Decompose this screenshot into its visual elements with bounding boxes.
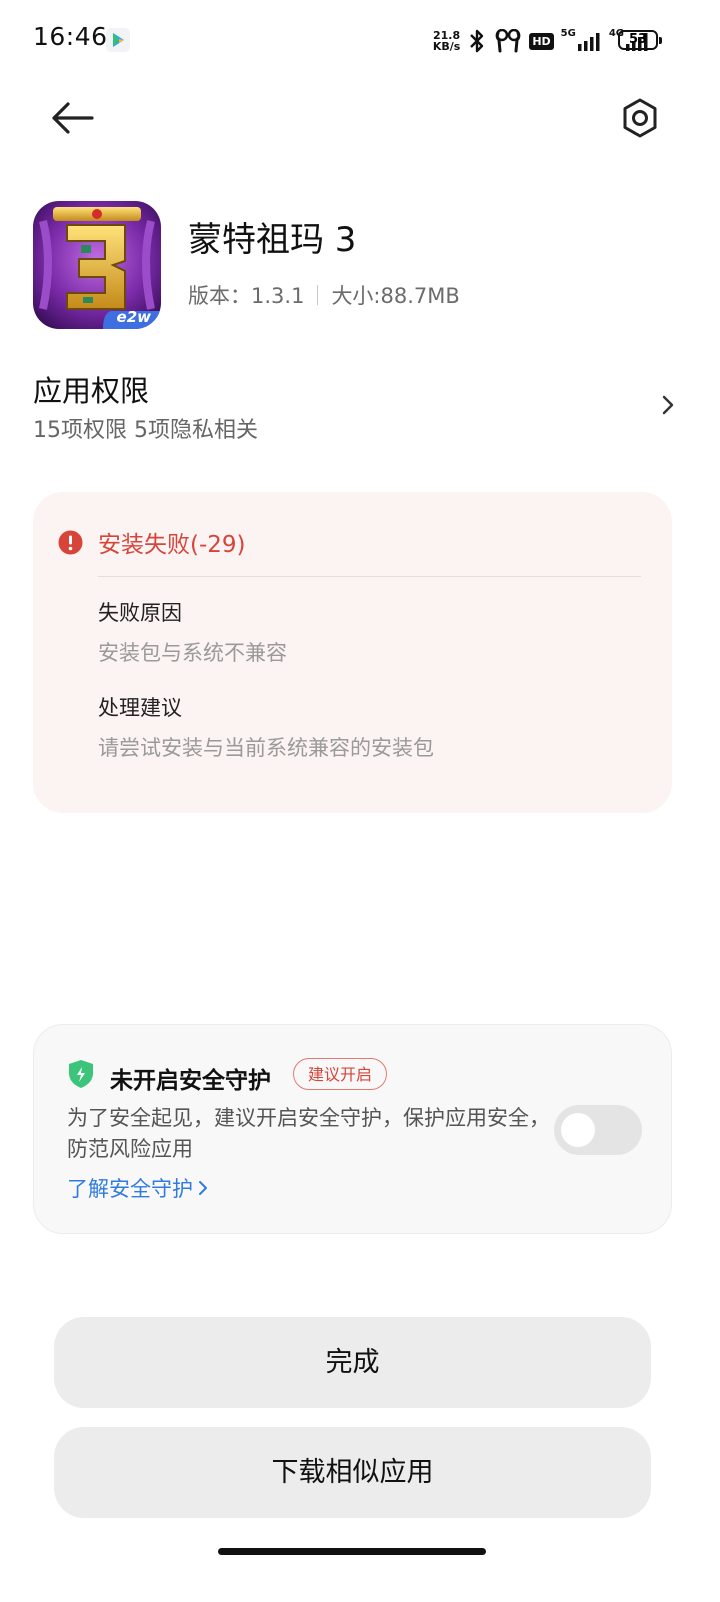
- divider: [98, 576, 641, 577]
- signal-5g: 5G: [561, 28, 602, 51]
- home-indicator[interactable]: [218, 1548, 486, 1555]
- net-speed: 21.8 KB/s: [432, 29, 461, 53]
- app-icon-badge: e2w: [116, 308, 151, 326]
- settings-icon[interactable]: [616, 94, 664, 142]
- install-error-card: 安装失败(-29) 失败原因 安装包与系统不兼容 处理建议 请尝试安装与当前系统…: [33, 492, 672, 813]
- security-title: 未开启安全守护: [110, 1068, 271, 1094]
- status-bar: 16:46 21.8 KB/s HD 5G 4G 53: [0, 0, 720, 80]
- chevron-right-icon: [662, 395, 674, 415]
- signal-bars-icon: [577, 33, 600, 51]
- toggle-knob: [561, 1113, 595, 1147]
- error-alert-icon: [58, 530, 83, 555]
- error-title: 安装失败(-29): [98, 532, 246, 558]
- advice-text: 请尝试安装与当前系统兼容的安装包: [98, 736, 434, 760]
- security-description: 为了安全起见，建议开启安全守护，保护应用安全，防范风险应用: [67, 1106, 550, 1161]
- failure-reason-text: 安装包与系统不兼容: [98, 641, 287, 665]
- app-version: 版本：1.3.1: [188, 284, 305, 308]
- failure-reason-label: 失败原因: [98, 601, 182, 625]
- app-name: 蒙特祖玛 3: [188, 220, 357, 260]
- battery-indicator: 53: [618, 30, 662, 50]
- suggest-enable-badge: 建议开启: [293, 1058, 388, 1090]
- status-time: 16:46: [33, 22, 108, 51]
- security-toggle[interactable]: [554, 1105, 642, 1155]
- bluetooth-icon: [470, 29, 484, 53]
- play-store-icon: [106, 28, 130, 52]
- download-similar-button[interactable]: 下载相似应用: [54, 1427, 651, 1518]
- permissions-summary: 15项权限 5项隐私相关: [33, 418, 258, 443]
- earbuds-icon: [496, 29, 521, 53]
- meta-divider: [317, 285, 319, 305]
- back-arrow-icon[interactable]: [48, 96, 96, 140]
- app-meta: 版本：1.3.1 大小:88.7MB: [188, 280, 460, 310]
- learn-security-link-label: 了解安全守护: [67, 1177, 193, 1201]
- chevron-right-icon: [199, 1181, 207, 1195]
- permissions-title: 应用权限: [33, 374, 150, 408]
- security-guard-card: 未开启安全守护 建议开启 为了安全起见，建议开启安全守护，保护应用安全，防范风险…: [33, 1024, 672, 1234]
- done-button[interactable]: 完成: [54, 1317, 651, 1408]
- learn-security-link[interactable]: 了解安全守护: [67, 1173, 209, 1203]
- shield-icon: [69, 1060, 93, 1088]
- app-icon: e2w: [33, 201, 161, 329]
- app-size: 大小:88.7MB: [331, 284, 460, 308]
- advice-label: 处理建议: [98, 696, 182, 720]
- hd-voice-badge: HD: [529, 32, 554, 50]
- permissions-row[interactable]: 应用权限 15项权限 5项隐私相关: [0, 360, 720, 456]
